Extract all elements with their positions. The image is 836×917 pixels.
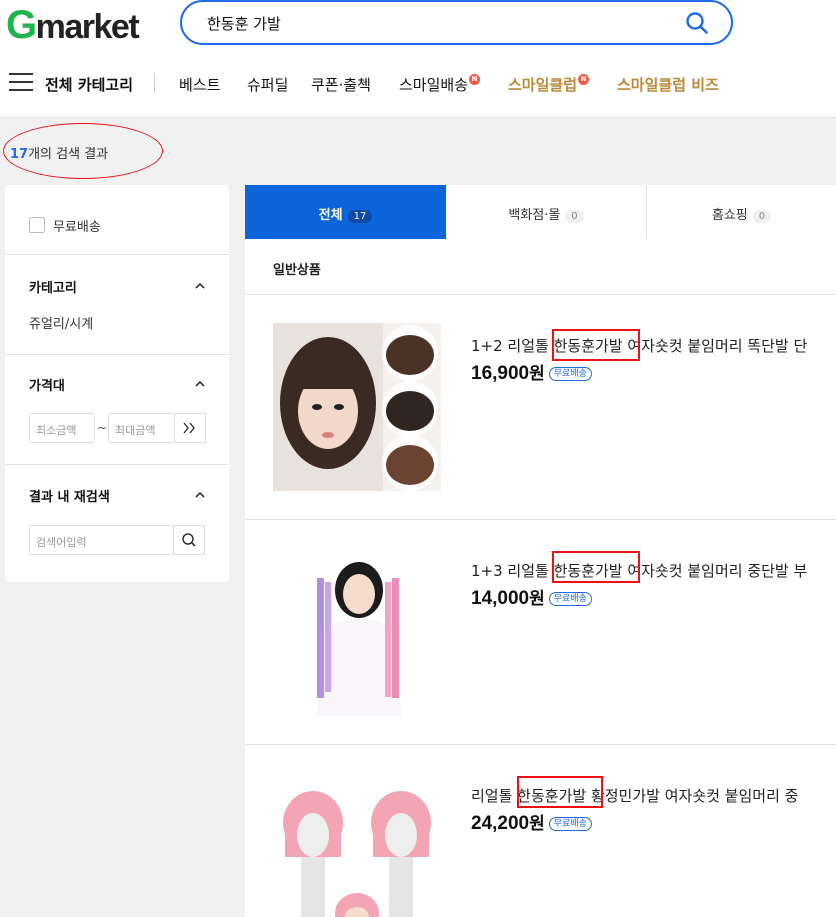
range-tilde: ~ xyxy=(97,421,108,435)
nav-superdeal[interactable]: 슈퍼딜 xyxy=(247,74,288,95)
section-title: 일반상품 xyxy=(273,263,321,278)
price-title: 가격대 xyxy=(29,379,65,394)
new-badge: N xyxy=(469,74,481,85)
min-price-input[interactable]: 최소금액 xyxy=(29,413,95,443)
annotation-box xyxy=(517,776,603,808)
category-section: 카테고리 쥬얼리/시계 xyxy=(5,255,229,355)
chevron-up-icon[interactable] xyxy=(195,281,205,291)
new-badge: N xyxy=(578,74,590,85)
results-panel: 전체 17 백화점·몰 0 홈쇼핑 0 일반상품 1+2 리얼톨 한동훈가발 여… xyxy=(245,185,836,917)
menu-icon[interactable] xyxy=(9,73,33,91)
search-input[interactable]: 한동훈 가발 xyxy=(180,0,733,45)
free-shipping-label[interactable]: 무료배송 xyxy=(53,216,101,235)
nav-best[interactable]: 베스트 xyxy=(179,74,220,95)
tab-home-shopping[interactable]: 홈쇼핑 0 xyxy=(647,185,836,239)
product-image[interactable] xyxy=(273,548,441,716)
product-image[interactable] xyxy=(273,323,441,491)
annotation-oval xyxy=(3,123,163,179)
filter-sidebar: 무료배송 카테고리 쥬얼리/시계 가격대 최소금액 ~ 최대금액 결과 내 재검… xyxy=(5,185,229,582)
product-photo xyxy=(273,323,441,491)
nav-divider xyxy=(154,74,155,92)
product-price: 24,200원 무료배송 xyxy=(471,809,592,835)
all-category-button[interactable]: 전체 카테고리 xyxy=(45,74,133,95)
price-apply-button[interactable] xyxy=(174,413,206,443)
tab-department-mall[interactable]: 백화점·몰 0 xyxy=(446,185,647,239)
nav-smile-club-biz[interactable]: 스마일클럽 비즈 xyxy=(617,74,719,95)
gmarket-logo[interactable]: Gmarket xyxy=(6,5,140,47)
free-shipping-section: 무료배송 xyxy=(5,185,229,255)
double-chevron-right-icon xyxy=(183,422,195,434)
free-shipping-badge: 무료배송 xyxy=(548,817,592,831)
research-title: 결과 내 재검색 xyxy=(29,490,110,505)
category-title: 카테고리 xyxy=(29,281,77,296)
research-section: 결과 내 재검색 검색어입력 xyxy=(5,465,229,575)
price-section: 가격대 최소금액 ~ 최대금액 xyxy=(5,355,229,465)
chevron-up-icon[interactable] xyxy=(195,379,205,389)
product-image[interactable] xyxy=(273,773,441,917)
product-photo xyxy=(273,548,441,716)
nav-smile-delivery[interactable]: 스마일배송 N xyxy=(399,74,481,95)
product-photo xyxy=(273,773,441,917)
search-icon xyxy=(182,533,196,547)
free-shipping-badge: 무료배송 xyxy=(548,592,592,606)
product-item[interactable]: 리얼톨 한동훈가발 황정민가발 여자숏컷 붙임머리 중 24,200원 무료배송 xyxy=(245,745,836,917)
nav-coupon[interactable]: 쿠폰·출첵 xyxy=(311,74,371,95)
category-item[interactable]: 쥬얼리/시계 xyxy=(29,313,93,332)
product-item[interactable]: 1+3 리얼톨 한동훈가발 여자숏컷 붙임머리 중단발 부 14,000원 무료배… xyxy=(245,520,836,745)
max-price-input[interactable]: 최대금액 xyxy=(108,413,174,443)
free-shipping-checkbox[interactable] xyxy=(29,217,45,233)
chevron-up-icon[interactable] xyxy=(195,490,205,500)
research-search-button[interactable] xyxy=(173,525,205,555)
research-input[interactable]: 검색어입력 xyxy=(29,525,173,555)
header: Gmarket 한동훈 가발 전체 카테고리 베스트 슈퍼딜 쿠폰·출첵 스마일… xyxy=(0,0,836,118)
nav-smile-club[interactable]: 스마일클럽 N xyxy=(508,74,590,95)
annotation-box xyxy=(552,329,640,361)
product-price: 14,000원 무료배송 xyxy=(471,584,592,610)
result-tabs: 전체 17 백화점·몰 0 홈쇼핑 0 xyxy=(245,185,836,239)
search-icon[interactable] xyxy=(685,11,709,35)
tab-all[interactable]: 전체 17 xyxy=(245,185,446,239)
search-query-text: 한동훈 가발 xyxy=(207,15,281,33)
product-price: 16,900원 무료배송 xyxy=(471,359,592,385)
annotation-box xyxy=(552,551,640,583)
product-item[interactable]: 1+2 리얼톨 한동훈가발 여자숏컷 붙임머리 똑단발 단 16,900원 무료배… xyxy=(245,295,836,520)
free-shipping-badge: 무료배송 xyxy=(548,367,592,381)
